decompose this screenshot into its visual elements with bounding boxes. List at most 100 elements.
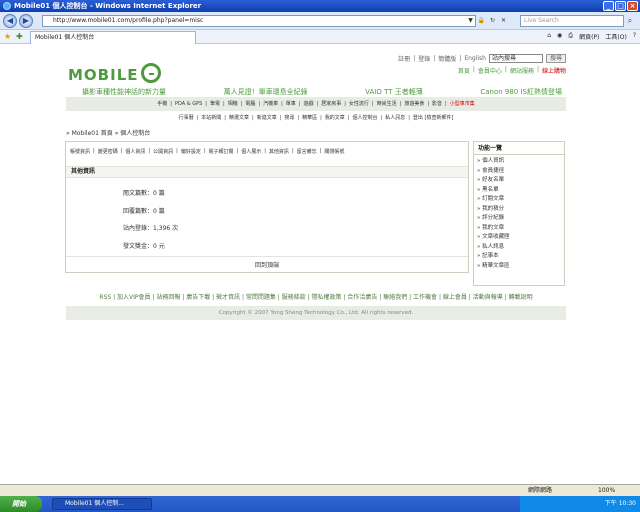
favorites-star-icon[interactable]: ★: [4, 32, 11, 41]
panel-tab[interactable]: 個人展示: [241, 148, 261, 155]
nav-item[interactable]: 影音: [432, 97, 442, 111]
subnav-item[interactable]: 私人訊息: [385, 114, 405, 123]
nav-item[interactable]: 汽機車: [263, 97, 278, 111]
nav-item[interactable]: 旅遊美食: [404, 97, 424, 111]
link-simplified[interactable]: 簡體版: [438, 54, 456, 63]
close-button[interactable]: ×: [627, 1, 638, 11]
subnav-item[interactable]: 精華區: [302, 114, 317, 123]
sidebar-item[interactable]: » 評分紀錄: [477, 214, 564, 224]
address-row: ◀ ▶ http://www.mobile01.com/profile.php?…: [0, 12, 640, 30]
link-services[interactable]: 網站服務: [510, 66, 534, 75]
panel-tab[interactable]: 變更密碼: [98, 148, 118, 155]
link-register[interactable]: 註冊: [398, 54, 410, 63]
nav-item[interactable]: 手機: [157, 97, 167, 111]
stop-icon[interactable]: ✕: [499, 16, 508, 25]
subnav-item[interactable]: 搜尋: [284, 114, 294, 123]
promo-links: 攝影車種性能神話的新力量 萬人見證！單車環島全紀錄 VAIO TT 王者輕薄 C…: [82, 87, 562, 97]
sidebar-item[interactable]: » 文章收藏匣: [477, 233, 564, 243]
sidebar-item[interactable]: » 個人資訊: [477, 157, 564, 167]
browser-tab[interactable]: Mobile01 個人控制台: [30, 31, 196, 44]
minimize-button[interactable]: _: [603, 1, 614, 11]
start-button[interactable]: 開始: [0, 496, 42, 512]
link-shopping[interactable]: 線上購物: [542, 66, 566, 75]
subnav-item[interactable]: 新進文章: [257, 114, 277, 123]
subnav-item[interactable]: 我的文章: [325, 114, 345, 123]
help-menu[interactable]: ?: [633, 32, 636, 41]
subnav-item[interactable]: 登出 [檢查新郵件]: [413, 114, 454, 123]
address-icons: ▼ 🔒 ↻ ✕: [466, 16, 508, 25]
panel-tab[interactable]: 公開資訊: [153, 148, 173, 155]
nav-item[interactable]: 筆電: [210, 97, 220, 111]
site-search-button[interactable]: 搜尋: [545, 54, 566, 63]
promo-link[interactable]: 萬人見證！單車環島全紀錄: [224, 87, 308, 97]
site-search-input[interactable]: 站內搜尋: [488, 54, 543, 63]
maximize-button[interactable]: □: [615, 1, 626, 11]
logo-01-icon: [140, 63, 161, 83]
sidebar-item[interactable]: » 記事本: [477, 252, 564, 262]
site-logo[interactable]: MOBILE: [68, 60, 161, 84]
tools-menu[interactable]: 工具(O): [605, 32, 626, 41]
subnav-item[interactable]: 行事曆: [179, 114, 194, 123]
nav-item[interactable]: 遊戲: [304, 97, 314, 111]
nav-item[interactable]: PDA & GPS: [175, 97, 202, 111]
link-login[interactable]: 登錄: [418, 54, 430, 63]
function-sidebar: 功能一覽 » 個人資訊 » 會員捷徑 » 好友名單 » 黑名單 » 訂閱文章 »…: [473, 141, 565, 286]
sidebar-item[interactable]: » 我的文章: [477, 224, 564, 234]
home-icon[interactable]: ⌂: [547, 32, 551, 41]
link-english[interactable]: English: [464, 55, 486, 62]
back-icon[interactable]: ◀: [3, 14, 17, 28]
link-member-center[interactable]: 會員中心: [478, 66, 502, 75]
nav-item[interactable]: 單車: [286, 97, 296, 111]
subnav-item[interactable]: 精選文章: [229, 114, 249, 123]
sidebar-item[interactable]: » 好友名單: [477, 176, 564, 186]
nav-item[interactable]: 女性流行: [349, 97, 369, 111]
sidebar-item[interactable]: » 我的積分: [477, 205, 564, 215]
add-favorite-icon[interactable]: ✚: [16, 32, 23, 41]
panel-tab[interactable]: 關閉帳號: [324, 148, 344, 155]
window-controls: _ □ ×: [603, 1, 638, 11]
promo-link[interactable]: VAIO TT 王者輕薄: [365, 87, 423, 97]
nav-item-hot[interactable]: 小型車市集: [450, 97, 475, 111]
section-title: 其他資訊: [66, 166, 468, 178]
footer-links[interactable]: RSS | 加入VIP會員 | 站務回報 | 廣告下載 | 徵才資訊 | 常問問…: [66, 292, 566, 301]
nav-item[interactable]: 時尚生活: [377, 97, 397, 111]
stat-logins: 站內登錄：1,396 次: [123, 225, 179, 232]
command-row: ★ ✚ Mobile01 個人控制台 ⌂ ◉ ⎙ 網頁(P) 工具(O) ?: [0, 30, 640, 44]
panel-tab[interactable]: 帳號資訊: [70, 148, 90, 155]
sidebar-item[interactable]: » 精華文章區: [477, 262, 564, 272]
page-menu[interactable]: 網頁(P): [579, 32, 599, 41]
taskbar-item[interactable]: Mobile01 個人控制...: [52, 498, 152, 510]
panel-tab[interactable]: 個人資訊: [125, 148, 145, 155]
feeds-icon[interactable]: ◉: [557, 32, 562, 41]
return-top-link[interactable]: 回到頂端: [66, 256, 468, 275]
nav-item[interactable]: 居家房事: [321, 97, 341, 111]
lock-icon[interactable]: 🔒: [477, 16, 486, 25]
sidebar-item[interactable]: » 會員捷徑: [477, 167, 564, 177]
promo-link[interactable]: 攝影車種性能神話的新力量: [82, 87, 166, 97]
promo-link[interactable]: Canon 980 IS紅熱情登場: [480, 87, 562, 97]
live-search-input[interactable]: Live Search: [520, 15, 624, 27]
zoom-level[interactable]: 100%: [598, 485, 615, 496]
panel-tab[interactable]: 留言備忘: [297, 148, 317, 155]
window-title: Mobile01 個人控制台 - Windows Internet Explor…: [14, 2, 202, 10]
panel-tab[interactable]: 其他資訊: [269, 148, 289, 155]
subnav-item[interactable]: 本站新聞: [201, 114, 221, 123]
sidebar-item[interactable]: » 訂閱文章: [477, 195, 564, 205]
address-bar[interactable]: http://www.mobile01.com/profile.php?pane…: [42, 15, 476, 27]
print-icon[interactable]: ⎙: [568, 32, 573, 41]
command-bar: ⌂ ◉ ⎙ 網頁(P) 工具(O) ?: [547, 32, 636, 41]
search-icon[interactable]: ⌕: [624, 15, 636, 27]
panel-tab[interactable]: 偏好設定: [181, 148, 201, 155]
sidebar-item[interactable]: » 私人訊息: [477, 243, 564, 253]
nav-item[interactable]: 相機: [228, 97, 238, 111]
forward-icon[interactable]: ▶: [19, 14, 33, 28]
page-content: MOBILE 註冊 | 登錄 | 簡體版 | English 站內搜尋 搜尋 首頁 | …: [0, 44, 640, 495]
link-home[interactable]: 首頁: [458, 66, 470, 75]
sidebar-item[interactable]: » 黑名單: [477, 186, 564, 196]
nav-item[interactable]: 電腦: [245, 97, 255, 111]
panel-tab[interactable]: 電子報訂閱: [209, 148, 234, 155]
refresh-icon[interactable]: ↻: [488, 16, 497, 25]
subnav-item[interactable]: 個人控制台: [353, 114, 378, 123]
dropdown-icon[interactable]: ▼: [466, 16, 475, 25]
clock: 下午 10:30: [604, 500, 636, 507]
